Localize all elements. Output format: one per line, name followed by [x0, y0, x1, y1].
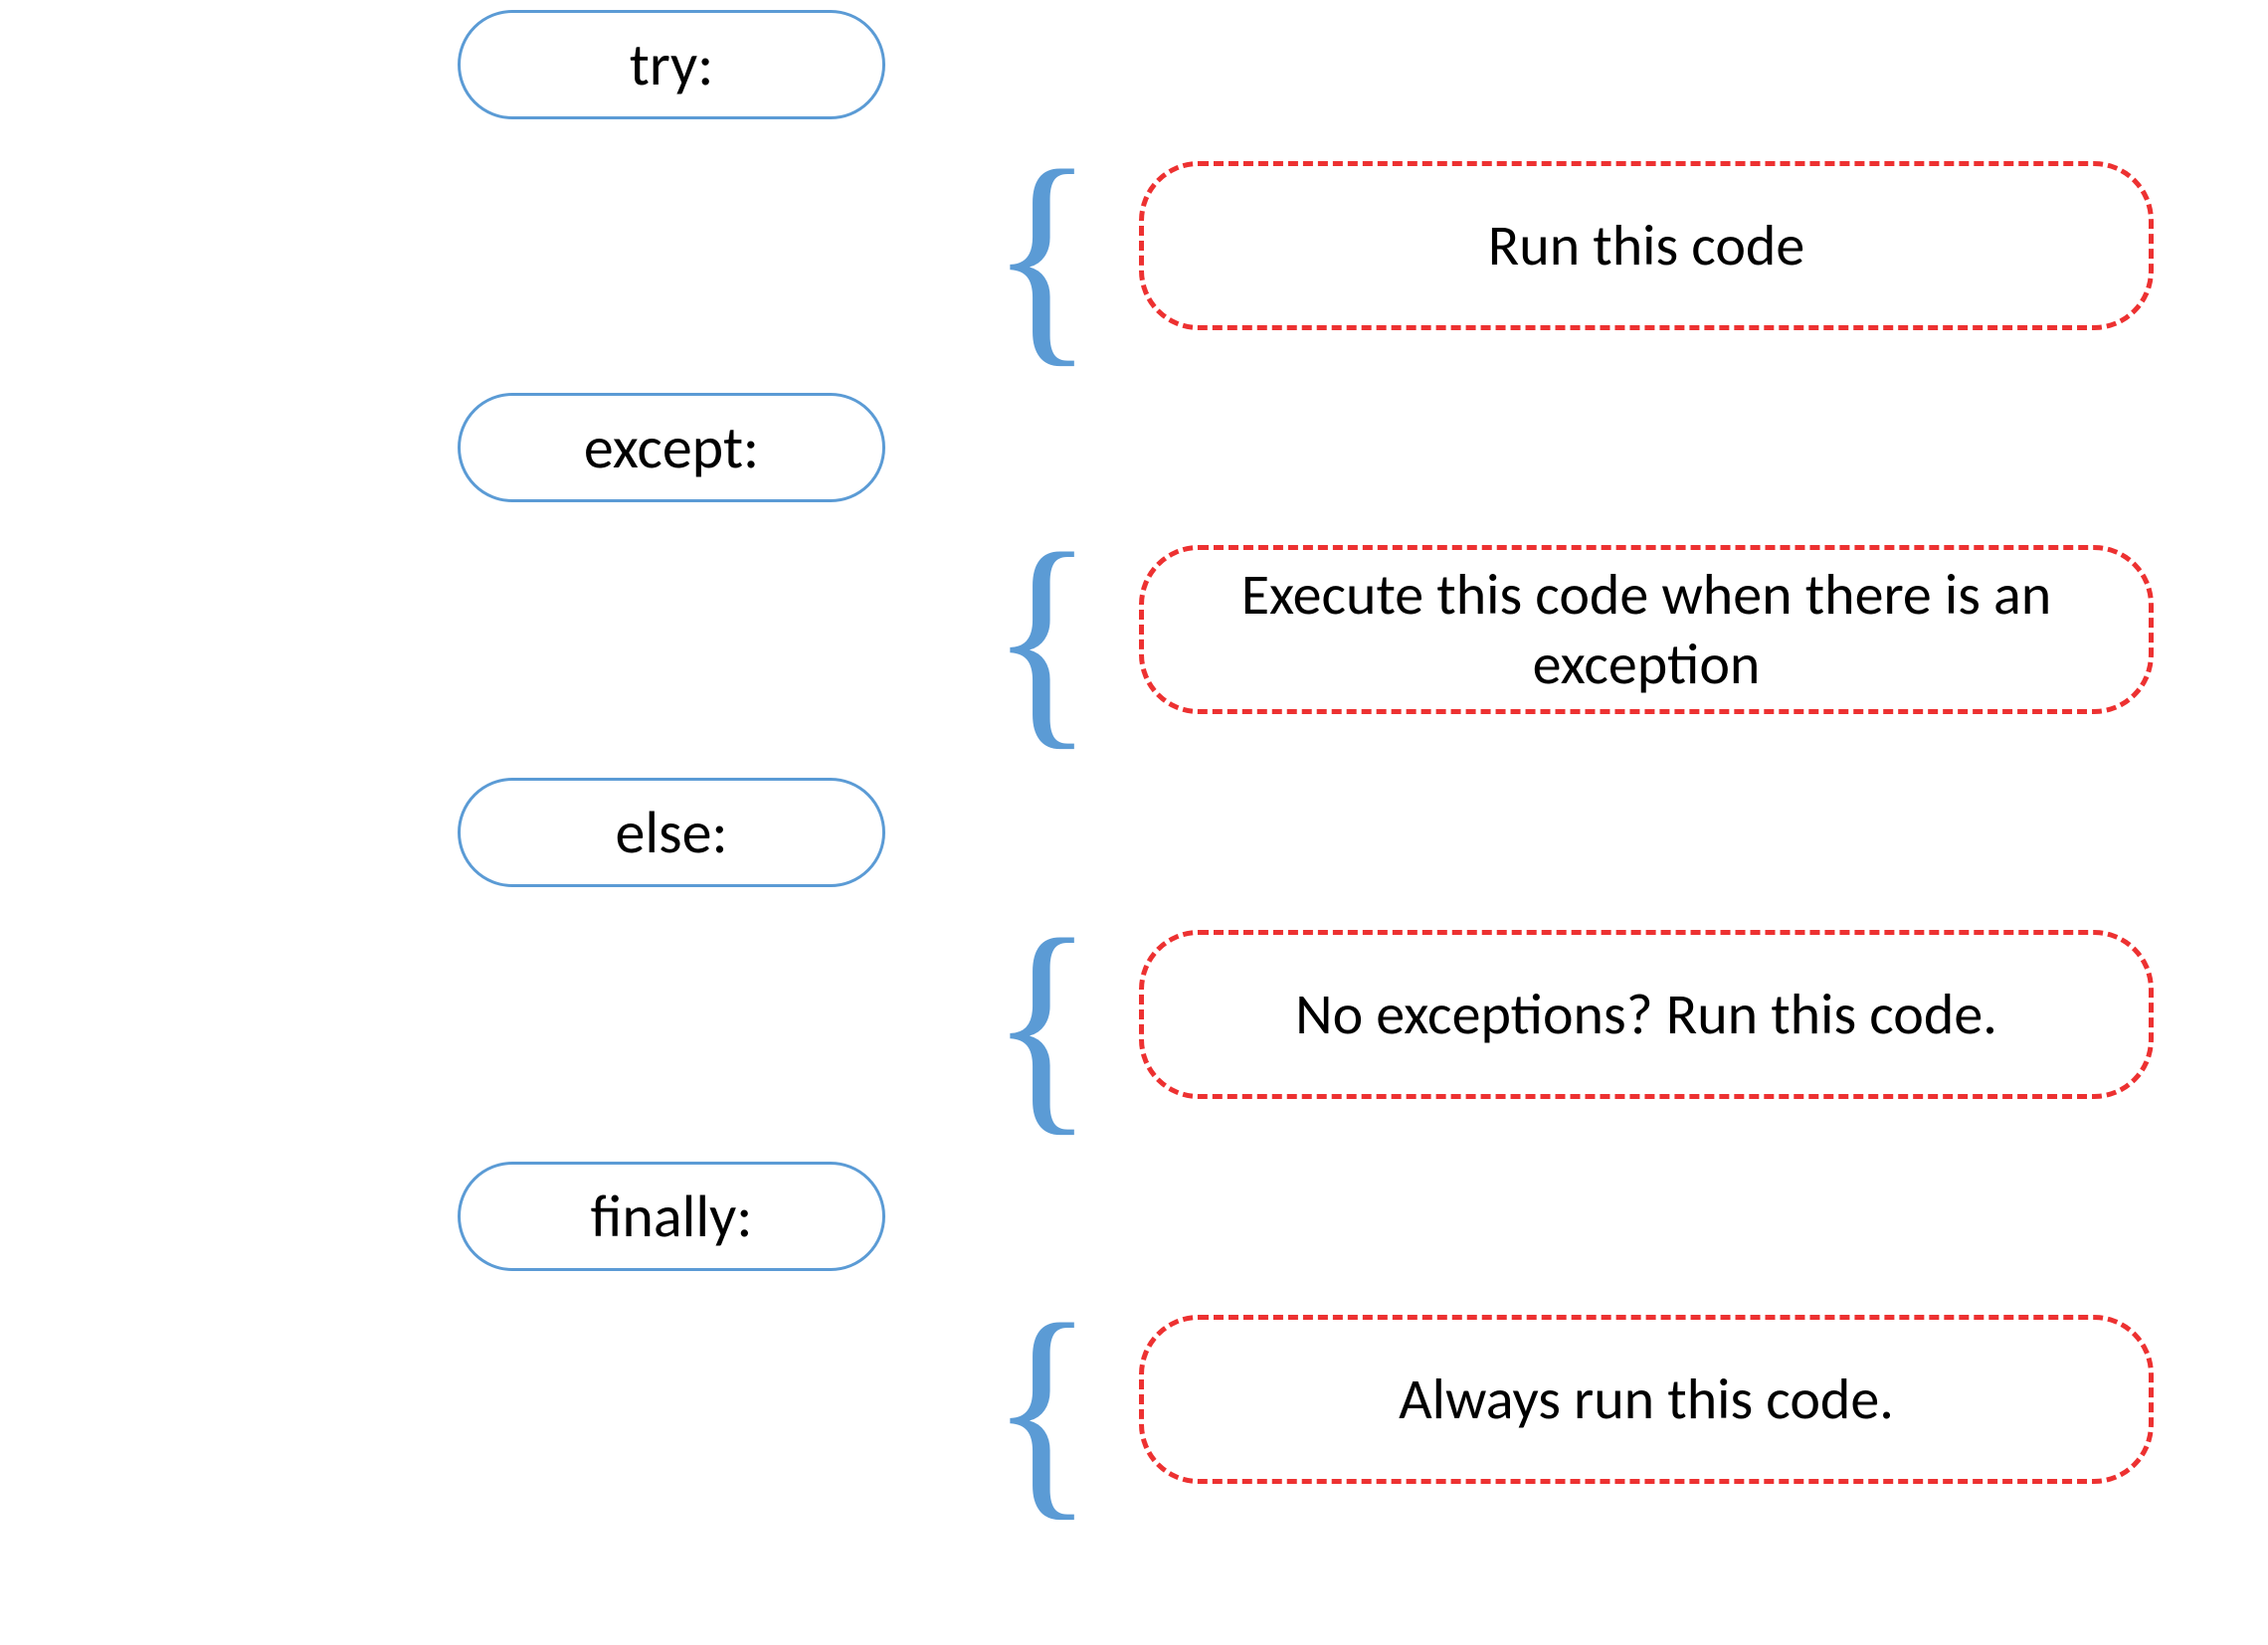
keyword-box-else: else: — [458, 778, 885, 887]
keyword-box-finally: finally: — [458, 1162, 885, 1271]
brace-icon: { — [991, 517, 1094, 756]
diagram-canvas: try: { Run this code except: { Execute t… — [0, 0, 2268, 1645]
desc-box-try: Run this code — [1139, 161, 2154, 330]
desc-box-finally: Always run this code. — [1139, 1315, 2154, 1484]
desc-label: No exceptions? Run this code. — [1295, 980, 1997, 1049]
keyword-label: try: — [630, 29, 714, 101]
keyword-label: finally: — [591, 1181, 753, 1253]
keyword-label: else: — [616, 797, 728, 869]
desc-label: Execute this code when there is an excep… — [1184, 560, 2109, 698]
desc-box-except: Execute this code when there is an excep… — [1139, 545, 2154, 714]
brace-icon: { — [991, 1288, 1094, 1527]
keyword-label: except: — [584, 412, 759, 484]
desc-label: Always run this code. — [1399, 1365, 1894, 1434]
brace-icon: { — [991, 903, 1094, 1142]
brace-icon: { — [991, 134, 1094, 373]
keyword-box-except: except: — [458, 393, 885, 502]
keyword-box-try: try: — [458, 10, 885, 119]
desc-box-else: No exceptions? Run this code. — [1139, 930, 2154, 1099]
desc-label: Run this code — [1488, 211, 1805, 280]
